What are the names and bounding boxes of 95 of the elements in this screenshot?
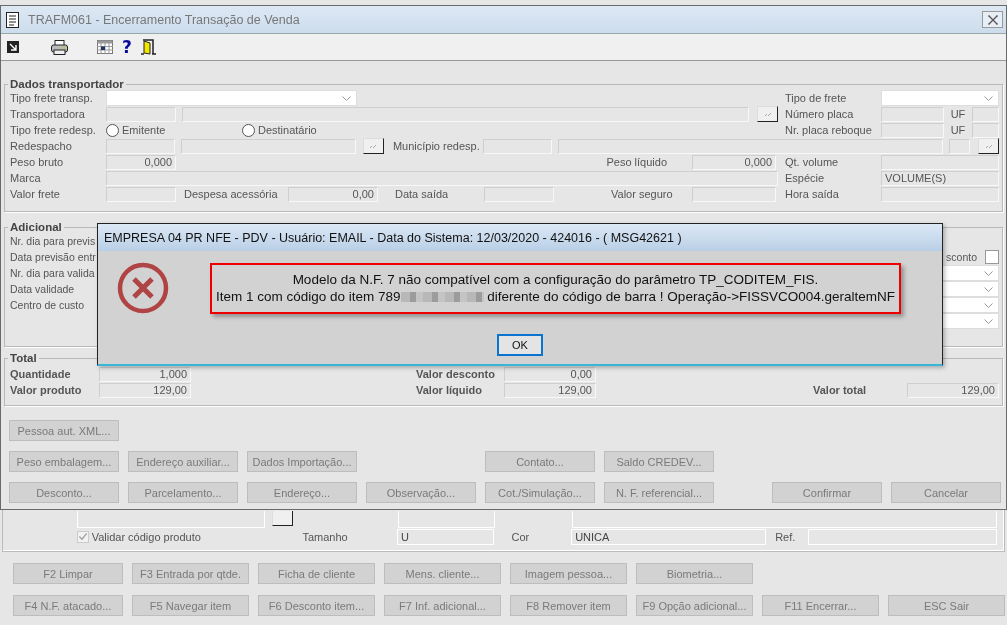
chevron-icon [984,271,993,276]
field-label: Centro de custo [10,298,86,313]
field-label: Transportadora [10,108,86,120]
field-label: Redespacho [10,140,73,152]
field-label: Quantidade [10,368,72,380]
field-label: Tipo frete transp. [10,92,94,104]
field-label: Nr. dia para valida [10,266,96,281]
input-field[interactable]: 129,00 [504,382,596,398]
chevron-icon [984,287,993,292]
field-label: Cor [511,530,531,543]
dots-icon [984,143,993,149]
field-label: sconto [946,251,977,263]
field-label: Valor total [813,384,868,396]
field-label: Valor frete [10,188,61,200]
input-field[interactable]: VOLUME(S) [881,170,999,186]
input-field[interactable] [106,170,778,186]
input-field[interactable] [105,138,176,154]
error-icon [117,262,169,314]
field-label: Data validade [10,282,76,297]
field-label: Município redesp. [392,140,481,152]
field-label: Hora saída [785,188,840,200]
field-label: Marca [10,172,42,184]
field-label: Valor líquido [416,384,483,396]
field-label: UF [949,124,967,136]
field-label: Peso bruto [10,156,65,168]
document-icon [6,11,19,28]
door-icon[interactable] [140,39,156,55]
field-label: Data previsão entr [10,250,96,265]
field-label: Ref. [775,530,797,543]
field-label: UF [949,108,967,120]
field-label: Data saída [395,188,450,200]
field-label: Despesa acessória [184,188,279,200]
close-button[interactable] [982,11,1003,28]
input-field[interactable] [881,106,944,122]
field-label: Nr. placa reboque [785,124,873,136]
input-field[interactable] [106,186,176,202]
ok-button[interactable]: OK [497,334,543,356]
input-field[interactable] [692,186,776,202]
message-text: Item 1 com código do item 789 diferente do código de barra ! Operação->FISSVCO004.geraltemNF [215,288,896,305]
field-label: Nr. dia para previs [10,234,96,249]
field-label: Valor seguro [611,188,674,200]
message-text: Modelo da N.F. 7 não compatível com a configuração do parâmetro TP_CODITEM_FIS. [292,271,819,288]
input-field[interactable]: U [396,528,495,545]
input-field[interactable]: 1,000 [99,366,191,382]
dialog-title: EMPRESA 04 PR NFE - PDV - Usuário: EMAIL - Data do Sistema: 12/03/2020 - 424016 - ( MSG42621 ) [98,224,942,251]
field-label: Tamanho [302,530,349,543]
input-field[interactable]: 0,000 [692,154,776,170]
arrow-icon[interactable] [7,41,19,53]
chevron-icon [984,319,993,324]
input-field[interactable] [881,154,999,170]
group-title: Dados transportador [9,78,125,90]
field-label: Qt. volume [785,156,840,168]
dropdown-field[interactable] [106,90,357,106]
dots-icon [763,111,772,117]
dropdown-field[interactable] [881,90,999,106]
window-title: TRAFM061 - Encerramento Transação de Venda [28,12,300,27]
printer-icon[interactable] [51,39,68,55]
discount-checkbox[interactable] [985,250,999,264]
input-field[interactable] [972,106,999,122]
input-field[interactable]: 0,00 [288,186,378,202]
input-field[interactable] [881,122,944,138]
input-field[interactable]: 0,000 [106,154,176,170]
input-field[interactable] [972,122,999,138]
field-label: Peso líquido [606,156,667,168]
calendar-icon[interactable] [97,40,113,54]
input-field[interactable] [484,186,554,202]
group-title: Adicional [9,221,63,233]
input-field[interactable]: 0,00 [504,366,596,382]
field-label: Espécie [785,172,826,184]
chevron-icon [342,96,351,101]
input-field[interactable]: UNICA [571,528,767,545]
input-field[interactable] [181,138,356,154]
field-label: Tipo de frete [785,92,848,104]
input-field[interactable] [558,138,944,154]
radio-option[interactable]: Destinatário [242,123,317,137]
dots-icon [369,143,378,149]
chevron-icon [984,303,993,308]
input-field[interactable] [881,186,999,202]
input-field[interactable] [106,106,176,122]
input-field[interactable] [182,106,749,122]
input-field[interactable] [949,138,971,154]
field-label: Valor produto [10,384,83,396]
input-field[interactable]: 129,00 [907,382,999,398]
input-field[interactable] [482,138,553,154]
field-label: Tipo frete redesp. [10,124,97,136]
checkmark-icon [77,531,88,542]
chevron-icon [984,96,993,101]
help-icon[interactable]: ? [122,38,132,56]
lookup-button[interactable] [272,511,294,526]
group-title: Total [9,352,38,364]
close-icon [986,14,999,25]
field-label: Número placa [785,108,855,120]
radio-option[interactable]: Emitente [106,123,242,137]
input-field[interactable]: 129,00 [99,382,191,398]
field-label: Valor desconto [416,368,496,380]
